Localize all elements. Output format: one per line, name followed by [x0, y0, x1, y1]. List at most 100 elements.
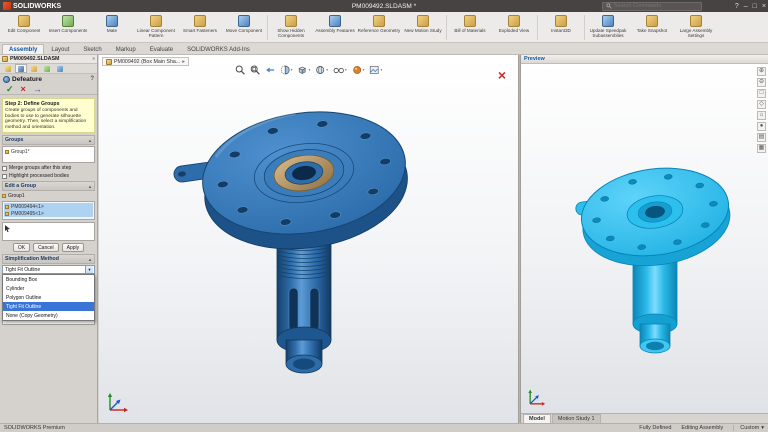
zoom-to-fit-button[interactable]	[235, 65, 245, 75]
list-item-group1[interactable]: Group1*	[4, 148, 93, 155]
minimize-button[interactable]: –	[744, 3, 748, 10]
tab-model[interactable]: Model	[523, 414, 551, 423]
edit-appearance-button[interactable]: ▾	[352, 65, 365, 75]
apply-scene-button[interactable]: ▾	[370, 65, 383, 75]
merge-groups-checkbox[interactable]	[2, 166, 7, 171]
tab-layout[interactable]: Layout	[44, 44, 76, 54]
tab-sketch[interactable]: Sketch	[76, 44, 108, 54]
ribbon-button-show-hidden-components[interactable]: Show Hidden Components	[269, 13, 313, 42]
search-commands-box[interactable]	[602, 2, 702, 11]
section-groups[interactable]: Groups ▲	[2, 135, 95, 145]
ribbon-button-assembly-features[interactable]: Assembly Features	[313, 13, 357, 42]
graphics-area[interactable]: PM009492 (Box Main Sha... ▸ ▾ ▾ ▾ ▾ ▾ ▾ …	[99, 55, 518, 423]
feature-tree-flyout[interactable]: PM009492 (Box Main Sha... ▸	[102, 57, 189, 66]
preview-panel-header[interactable]: Preview	[521, 55, 768, 64]
highlight-bodies-checkbox-row[interactable]: Highlight processed bodies	[2, 173, 95, 179]
shaded-view-icon[interactable]: ●	[757, 122, 766, 131]
tab-propertymanager[interactable]	[15, 64, 27, 73]
list-item-component[interactable]: PM009494<1>	[4, 203, 93, 210]
maximize-button[interactable]: □	[753, 3, 757, 10]
feature-manager-document-tab[interactable]: PM009492.SLDASM »	[0, 55, 97, 64]
ribbon-button-mate[interactable]: Mate	[90, 13, 134, 42]
search-input[interactable]	[614, 3, 698, 9]
zoom-in-icon[interactable]: ⊕	[757, 67, 766, 76]
home-view-icon[interactable]: ⌂	[757, 111, 766, 120]
ribbon-button-move-component[interactable]: Move Component	[222, 13, 266, 42]
tab-configurationmanager[interactable]	[28, 64, 40, 73]
option-polygon-outline[interactable]: Polygon Outline	[3, 293, 94, 302]
groups-listbox[interactable]: Group1*	[2, 146, 95, 163]
chevron-down-icon[interactable]: ▾	[381, 68, 383, 72]
option-cylinder[interactable]: Cylinder	[3, 284, 94, 293]
help-button[interactable]: ?	[735, 3, 739, 10]
pm-ok-icon[interactable]: ✓	[6, 84, 14, 95]
ribbon-button-large-assembly-settings[interactable]: Large Assembly Settings	[674, 13, 718, 42]
chevron-down-icon[interactable]: ▾	[308, 68, 310, 72]
pm-next-step-icon[interactable]: →	[33, 84, 42, 94]
view-orientation-button[interactable]: ▾	[297, 65, 310, 75]
assembly-3d-model[interactable]	[99, 55, 518, 423]
flyout-caret-icon[interactable]: ▸	[182, 59, 185, 65]
ribbon-button-take-snapshot[interactable]: Take Snapshot	[630, 13, 674, 42]
simplification-method-dropdown[interactable]: Tight Fit Outline ▼	[2, 265, 95, 274]
ribbon-button-update-speedpak[interactable]: Update Speedpak Subassemblies	[586, 13, 630, 42]
tab-markup[interactable]: Markup	[109, 44, 143, 54]
solidworks-logo[interactable]: SOLIDWORKS	[0, 2, 61, 10]
highlight-bodies-checkbox[interactable]	[2, 174, 7, 179]
ribbon-button-bill-of-materials[interactable]: Bill of Materials	[448, 13, 492, 42]
ribbon-button-new-motion-study[interactable]: New Motion Study	[401, 13, 445, 42]
chevron-down-icon[interactable]: ▾	[345, 68, 347, 72]
zoom-fit-icon[interactable]: □	[757, 89, 766, 98]
panel-expand-icon[interactable]: »	[92, 56, 95, 62]
tab-evaluate[interactable]: Evaluate	[143, 44, 180, 54]
hide-show-items-button[interactable]: ▾	[333, 65, 347, 75]
chevron-down-icon[interactable]: ▾	[291, 68, 293, 72]
view-settings-icon[interactable]: ▦	[757, 144, 766, 153]
units-dropdown[interactable]: Custom ▾	[733, 425, 764, 431]
pm-help-icon[interactable]: ?	[90, 76, 94, 82]
tab-displaymanager[interactable]	[54, 64, 66, 73]
zoom-to-area-button[interactable]	[250, 65, 260, 75]
ribbon-button-insert-components[interactable]: Insert Components	[46, 13, 90, 42]
option-tight-fit-outline[interactable]: Tight Fit Outline	[3, 302, 94, 311]
cancel-button[interactable]: Cancel	[33, 243, 59, 252]
section-view-button[interactable]: ▾	[280, 65, 293, 75]
selection-box[interactable]	[2, 222, 95, 241]
tab-motion-study-1[interactable]: Motion Study 1	[552, 414, 601, 423]
defeature-cancel-button[interactable]: ×	[498, 68, 506, 82]
preview-flange[interactable]	[572, 159, 736, 275]
chevron-down-icon[interactable]: ▾	[363, 68, 365, 72]
ribbon-button-instant3d[interactable]: Instant3D	[539, 13, 583, 42]
ribbon-button-smart-fasteners[interactable]: Smart Fasteners	[178, 13, 222, 42]
ok-button[interactable]: OK	[13, 243, 30, 252]
flange-body[interactable]	[168, 99, 416, 265]
display-style-icon[interactable]: ▤	[757, 133, 766, 142]
rotate-view-icon[interactable]: ◇	[757, 100, 766, 109]
viewport-splitter[interactable]	[518, 55, 521, 423]
tab-assembly[interactable]: Assembly	[2, 44, 44, 54]
section-edit-a-group[interactable]: Edit a Group ▲	[2, 181, 95, 191]
previous-view-button[interactable]	[265, 65, 275, 75]
close-button[interactable]: ×	[762, 3, 766, 10]
tab-featuremanager[interactable]	[2, 64, 14, 73]
ribbon-button-edit-component[interactable]: Edit Component	[2, 13, 46, 42]
merge-groups-checkbox-row[interactable]: Merge groups after this step	[2, 165, 95, 171]
section-simplification-method[interactable]: Simplification Method ▲	[2, 254, 95, 264]
zoom-out-icon[interactable]: ⊖	[757, 78, 766, 87]
apply-button[interactable]: Apply	[62, 243, 85, 252]
chevron-down-icon[interactable]: ▾	[326, 68, 328, 72]
pm-cancel-icon[interactable]: ×	[21, 84, 26, 94]
list-item-component[interactable]: PM009495<1>	[4, 210, 93, 217]
option-none-copy-geometry[interactable]: None (Copy Geometry)	[3, 311, 94, 320]
display-style-button[interactable]: ▾	[315, 65, 328, 75]
tab-dimxpertmanager[interactable]	[41, 64, 53, 73]
ribbon-button-linear-component-pattern[interactable]: Linear Component Pattern	[134, 13, 178, 42]
defeature-preview-model[interactable]	[521, 64, 768, 413]
chevron-down-icon[interactable]: ▼	[85, 266, 93, 273]
preview-graphics-area[interactable]: ⊕ ⊖ □ ◇ ⌂ ● ▤ ▦	[521, 64, 768, 413]
tab-solidworks-add-ins[interactable]: SOLIDWORKS Add-Ins	[180, 44, 257, 54]
group-components-listbox[interactable]: PM009494<1> PM009495<1>	[2, 201, 95, 220]
ribbon-button-exploded-view[interactable]: Exploded View	[492, 13, 536, 42]
ribbon-button-reference-geometry[interactable]: Reference Geometry	[357, 13, 401, 42]
option-bounding-box[interactable]: Bounding Box	[3, 275, 94, 284]
